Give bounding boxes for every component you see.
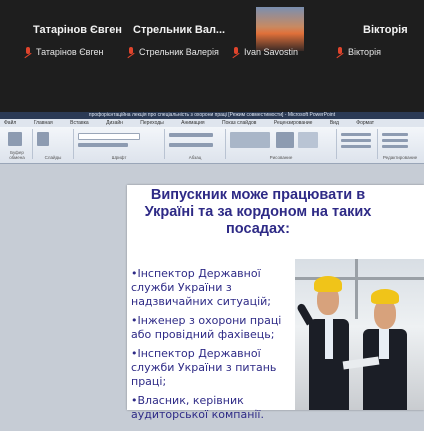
ribbon-group-paragraph: Абзац bbox=[165, 129, 226, 160]
participant-label: Стрельник Валерія bbox=[127, 44, 219, 60]
group-label: Рисование bbox=[269, 155, 293, 160]
tab-design[interactable]: Дизайн bbox=[106, 120, 123, 126]
group-label: Редактирование bbox=[382, 155, 418, 160]
paste-icon[interactable] bbox=[8, 132, 22, 146]
tab-insert[interactable]: Вставка bbox=[70, 120, 89, 126]
mic-muted-icon bbox=[232, 47, 240, 57]
participant-tile[interactable]: Стрельник Вал... Стрельник Валерія bbox=[106, 0, 226, 62]
arrange-icon[interactable] bbox=[276, 132, 294, 148]
participant-tile[interactable]: Вікторія Вікторія bbox=[324, 0, 424, 62]
photo-shirt bbox=[325, 319, 333, 359]
window-title: профорієнтаційна лекція про спеціальніст… bbox=[0, 112, 424, 119]
tab-transitions[interactable]: Переходы bbox=[140, 120, 163, 126]
ribbon-group-drawing: Рисование bbox=[226, 129, 337, 160]
bullet-item: •Інспектор Державної служби України з на… bbox=[131, 267, 272, 308]
tab-file[interactable]: Файл bbox=[4, 120, 16, 126]
shapes-gallery-icon[interactable] bbox=[230, 132, 270, 148]
ribbon-group-font: Шрифт bbox=[74, 129, 165, 160]
shape-fill-icon[interactable] bbox=[341, 133, 371, 136]
bullet-item: •Інженер з охорони праці або провідний ф… bbox=[131, 314, 282, 341]
slide-bullets: •Інспектор Державної служби України з на… bbox=[131, 267, 301, 427]
participant-label: Ivan Savostin bbox=[232, 44, 298, 60]
align-icons[interactable] bbox=[169, 143, 213, 147]
ribbon-tabs: Файл Главная Вставка Дизайн Переходы Ани… bbox=[0, 119, 424, 127]
tab-slideshow[interactable]: Показ слайдов bbox=[222, 120, 256, 126]
participant-label-text: Стрельник Валерія bbox=[139, 47, 219, 57]
select-icon[interactable] bbox=[382, 145, 408, 148]
participant-tile-name: Стрельник Вал... bbox=[133, 24, 226, 36]
photo-beam bbox=[355, 259, 358, 319]
participant-label: Татарінов Євген bbox=[24, 44, 104, 60]
group-label: Абзац bbox=[188, 155, 202, 160]
participant-label-text: Вікторія bbox=[348, 47, 381, 57]
tab-format[interactable]: Формат bbox=[356, 120, 374, 126]
quick-styles-icon[interactable] bbox=[298, 132, 318, 148]
shape-outline-icon[interactable] bbox=[341, 139, 371, 142]
slide-title: Випускник може працювати в Україні та за… bbox=[144, 187, 372, 237]
group-label: Буфер обмена bbox=[9, 150, 25, 160]
shared-screen-powerpoint: профорієнтаційна лекція про спеціальніст… bbox=[0, 112, 424, 431]
bullet-item: •Власник, керівник аудиторської компанії… bbox=[131, 394, 264, 421]
ribbon-group-editing: Редактирование bbox=[378, 129, 422, 160]
mic-muted-icon bbox=[336, 47, 344, 57]
tab-animations[interactable]: Анимация bbox=[181, 120, 204, 126]
photo-shirt bbox=[379, 329, 389, 359]
tab-view[interactable]: Вид bbox=[330, 120, 339, 126]
tab-review[interactable]: Рецензирование bbox=[274, 120, 313, 126]
participant-tile-name: Вікторія bbox=[363, 24, 408, 36]
participant-label-text: Татарінов Євген bbox=[36, 47, 104, 57]
bullet-item: •Інспектор Державної служби України з пи… bbox=[131, 347, 277, 388]
ribbon-group-shape-format bbox=[337, 129, 378, 159]
ribbon: Буфер обмена Слайды Шрифт Абзац Рисовани… bbox=[0, 127, 424, 164]
participant-tile[interactable]: Татарінов Євген Татарінов Євген bbox=[0, 0, 122, 62]
shape-effects-icon[interactable] bbox=[341, 145, 371, 148]
replace-icon[interactable] bbox=[382, 139, 408, 142]
font-format-icons[interactable] bbox=[78, 143, 128, 147]
hard-hat bbox=[314, 276, 342, 292]
hard-hat bbox=[371, 289, 399, 304]
photo-arm bbox=[296, 302, 314, 326]
participant-label-text: Ivan Savostin bbox=[244, 47, 299, 57]
find-icon[interactable] bbox=[382, 133, 408, 136]
photo-beam bbox=[295, 277, 424, 280]
participants-strip: Татарінов Євген Татарінов Євген Стрельни… bbox=[0, 0, 424, 112]
engineers-photo bbox=[295, 259, 424, 410]
ribbon-group-clipboard: Буфер обмена bbox=[2, 129, 33, 160]
tab-home[interactable]: Главная bbox=[34, 120, 53, 126]
font-name-select[interactable] bbox=[78, 133, 140, 140]
slide[interactable]: Випускник може працювати в Україні та за… bbox=[127, 185, 424, 421]
group-label: Слайды bbox=[44, 155, 62, 160]
participant-label: Вікторія bbox=[336, 44, 381, 60]
mic-muted-icon bbox=[127, 47, 135, 57]
group-label: Шрифт bbox=[111, 155, 127, 160]
ribbon-group-slides: Слайды bbox=[33, 129, 74, 160]
participant-tile[interactable]: Ivan Savostin bbox=[224, 0, 324, 62]
list-icons[interactable] bbox=[169, 133, 213, 137]
mic-muted-icon bbox=[24, 47, 32, 57]
new-slide-icon[interactable] bbox=[37, 132, 49, 146]
